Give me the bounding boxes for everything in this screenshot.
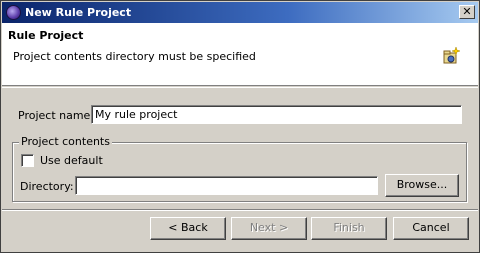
title-bar[interactable]: New Rule Project ✕	[2, 2, 478, 23]
back-button[interactable]: < Back	[150, 217, 226, 240]
directory-input[interactable]	[75, 176, 378, 195]
finish-button[interactable]: Finish	[311, 217, 387, 240]
directory-label: Directory:	[20, 180, 74, 193]
project-name-input[interactable]	[91, 105, 462, 124]
eclipse-icon	[6, 5, 21, 20]
wizard-header: Rule Project Project contents directory …	[2, 23, 478, 86]
wizard-page-title: Rule Project	[8, 29, 84, 42]
next-button[interactable]: Next >	[231, 217, 307, 240]
project-contents-label: Project contents	[19, 135, 112, 148]
wizard-message: Project contents directory must be speci…	[13, 50, 256, 63]
new-rule-project-icon	[443, 46, 461, 64]
use-default-checkbox[interactable]	[21, 154, 34, 167]
cancel-button[interactable]: Cancel	[393, 217, 469, 240]
window-title: New Rule Project	[25, 6, 132, 19]
browse-button[interactable]: Browse...	[385, 174, 459, 197]
project-name-label: Project name:	[18, 109, 95, 122]
use-default-label[interactable]: Use default	[40, 154, 103, 167]
close-button[interactable]: ✕	[459, 5, 475, 19]
new-rule-project-dialog: New Rule Project ✕ Rule Project Project …	[0, 0, 480, 253]
